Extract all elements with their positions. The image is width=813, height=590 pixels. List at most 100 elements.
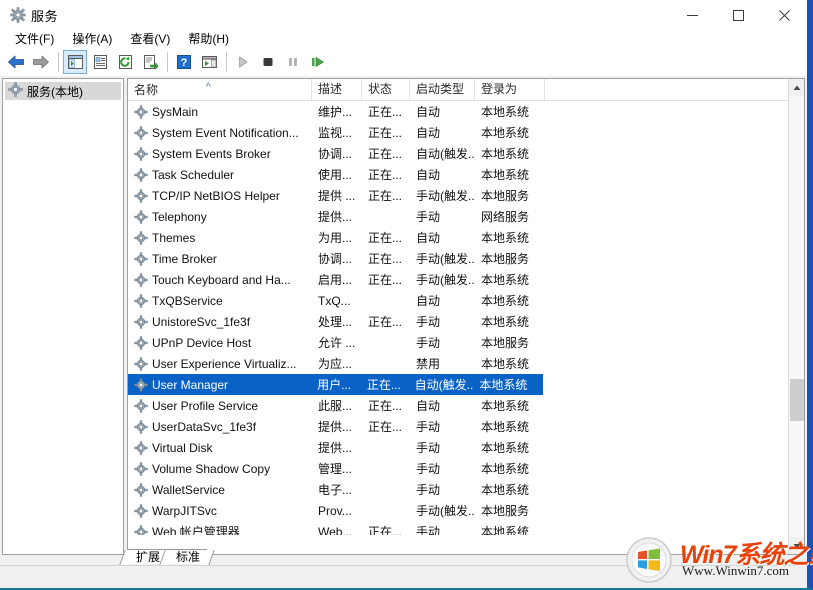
service-name-label: UPnP Device Host [152,333,251,353]
services-list-pane: 名称 ^ 描述 状态 启动类型 登录为 SysMain维护...正在...自动本… [127,78,805,555]
cell-status: 正在... [362,522,410,536]
cell-logon-as: 本地系统 [475,354,545,374]
cell-logon-as: 本地系统 [475,438,545,458]
menu-view[interactable]: 查看(V) [121,30,179,48]
cell-status: 正在... [362,123,410,143]
scrollbar-track[interactable] [789,96,805,537]
cell-service-name: User Experience Virtualiz... [128,354,312,374]
cell-logon-as: 网络服务 [475,207,545,227]
start-service-icon[interactable] [231,50,255,74]
properties-icon[interactable] [88,50,112,74]
service-name-label: Volume Shadow Copy [152,459,270,479]
table-row[interactable]: TCP/IP NetBIOS Helper提供 ...正在...手动(触发...… [128,185,790,206]
cell-service-name: System Events Broker [128,144,312,164]
menu-action[interactable]: 操作(A) [63,30,121,48]
table-row[interactable]: Themes为用...正在...自动本地系统 [128,227,790,248]
table-row[interactable]: Web 帐户管理器Web...正在...手动本地系统 [128,521,790,535]
cell-logon-as: 本地系统 [475,102,545,122]
table-row[interactable]: WarpJITSvcProv...手动(触发...本地服务 [128,500,790,521]
menu-file[interactable]: 文件(F) [6,30,63,48]
cell-description: 处理... [312,312,362,332]
menu-bar: 文件(F) 操作(A) 查看(V) 帮助(H) [0,30,807,48]
table-row[interactable]: Volume Shadow Copy管理...手动本地系统 [128,458,790,479]
table-row[interactable]: UserDataSvc_1fe3f提供...正在...手动本地系统 [128,416,790,437]
menu-help[interactable]: 帮助(H) [179,30,238,48]
show-action-pane-icon[interactable] [197,50,221,74]
table-row[interactable]: WalletService电子...手动本地系统 [128,479,790,500]
table-row[interactable]: System Event Notification...监视...正在...自动… [128,122,790,143]
cell-startup-type: 手动 [410,333,475,353]
cell-description: Prov... [312,501,362,521]
column-header-startup-type[interactable]: 启动类型 [410,79,475,101]
service-name-label: TxQBService [152,291,223,311]
refresh-icon[interactable] [113,50,137,74]
list-body[interactable]: SysMain维护...正在...自动本地系统System Event Noti… [128,101,790,535]
cell-startup-type: 手动(触发... [410,270,475,290]
table-row[interactable]: TxQBServiceTxQ...自动本地系统 [128,290,790,311]
cell-status: 正在... [361,375,409,395]
cell-description: 协调... [312,144,362,164]
scroll-up-arrow-icon[interactable] [789,79,805,96]
service-name-label: Touch Keyboard and Ha... [152,270,291,290]
cell-startup-type: 手动 [410,480,475,500]
cell-description: 监视... [312,123,362,143]
table-row[interactable]: System Events Broker协调...正在...自动(触发...本地… [128,143,790,164]
cell-description: 启用... [312,270,362,290]
pause-service-icon[interactable] [281,50,305,74]
table-row[interactable]: Touch Keyboard and Ha... 启用...正在...手动(触发.… [128,269,790,290]
cell-status: 正在... [362,270,410,290]
cell-status: 正在... [362,396,410,416]
column-header-description[interactable]: 描述 [312,79,362,101]
export-list-icon[interactable] [138,50,162,74]
cell-description: 为应... [312,354,362,374]
stop-service-icon[interactable] [256,50,280,74]
column-header-logon-as[interactable]: 登录为 [475,79,545,101]
forward-arrow-icon[interactable] [29,50,53,74]
cell-logon-as: 本地服务 [475,186,545,206]
column-header-name[interactable]: 名称 ^ [128,79,312,101]
cell-logon-as: 本地系统 [475,144,545,164]
cell-logon-as: 本地系统 [473,375,543,395]
content-area: 服务(本地) 名称 ^ 描述 状态 启动类型 登录为 SysMain维护...正… [0,76,807,557]
window-title: 服务 [31,6,58,25]
console-tree-pane: 服务(本地) [2,78,124,555]
scroll-down-arrow-icon[interactable] [789,537,805,554]
table-row[interactable]: User Manager用户...正在...自动(触发...本地系统 [128,374,543,395]
table-row[interactable]: UPnP Device Host允许 ...手动本地服务 [128,332,790,353]
tab-standard[interactable]: 标准 [167,549,207,564]
table-row[interactable]: Time Broker协调...正在...手动(触发...本地服务 [128,248,790,269]
table-row[interactable]: User Experience Virtualiz...为应...禁用本地系统 [128,353,790,374]
restart-service-icon[interactable] [306,50,330,74]
table-row[interactable]: SysMain维护...正在...自动本地系统 [128,101,790,122]
table-row[interactable]: Virtual Disk提供...手动本地系统 [128,437,790,458]
back-arrow-icon[interactable] [4,50,28,74]
cell-startup-type: 手动(触发... [410,249,475,269]
scrollbar-thumb[interactable] [790,379,804,421]
cell-startup-type: 手动 [410,459,475,479]
service-name-label: Web 帐户管理器 [152,522,240,536]
cell-service-name: System Event Notification... [128,123,312,143]
maximize-button[interactable] [715,0,761,30]
column-header-status[interactable]: 状态 [362,79,410,101]
cell-startup-type: 手动 [410,417,475,437]
close-button[interactable] [761,0,807,30]
table-row[interactable]: User Profile Service此服...正在...自动本地系统 [128,395,790,416]
cell-startup-type: 自动(触发... [409,375,474,395]
tree-item-services-local[interactable]: 服务(本地) [5,82,121,100]
column-header-name-label: 名称 [134,80,158,101]
cell-description: 提供 ... [312,186,362,206]
cell-status: 正在... [362,186,410,206]
service-name-label: Themes [152,228,195,248]
window-controls [669,0,807,30]
cell-startup-type: 自动 [410,123,475,143]
help-icon[interactable]: ? [172,50,196,74]
cell-logon-as: 本地系统 [475,417,545,437]
table-row[interactable]: Task Scheduler使用...正在...自动本地系统 [128,164,790,185]
vertical-scrollbar[interactable] [788,79,804,554]
table-row[interactable]: Telephony提供...手动网络服务 [128,206,790,227]
cell-logon-as: 本地系统 [475,480,545,500]
cell-service-name: UnistoreSvc_1fe3f [128,312,312,332]
minimize-button[interactable] [669,0,715,30]
table-row[interactable]: UnistoreSvc_1fe3f处理...正在...手动本地系统 [128,311,790,332]
show-hide-console-tree-icon[interactable] [63,50,87,74]
